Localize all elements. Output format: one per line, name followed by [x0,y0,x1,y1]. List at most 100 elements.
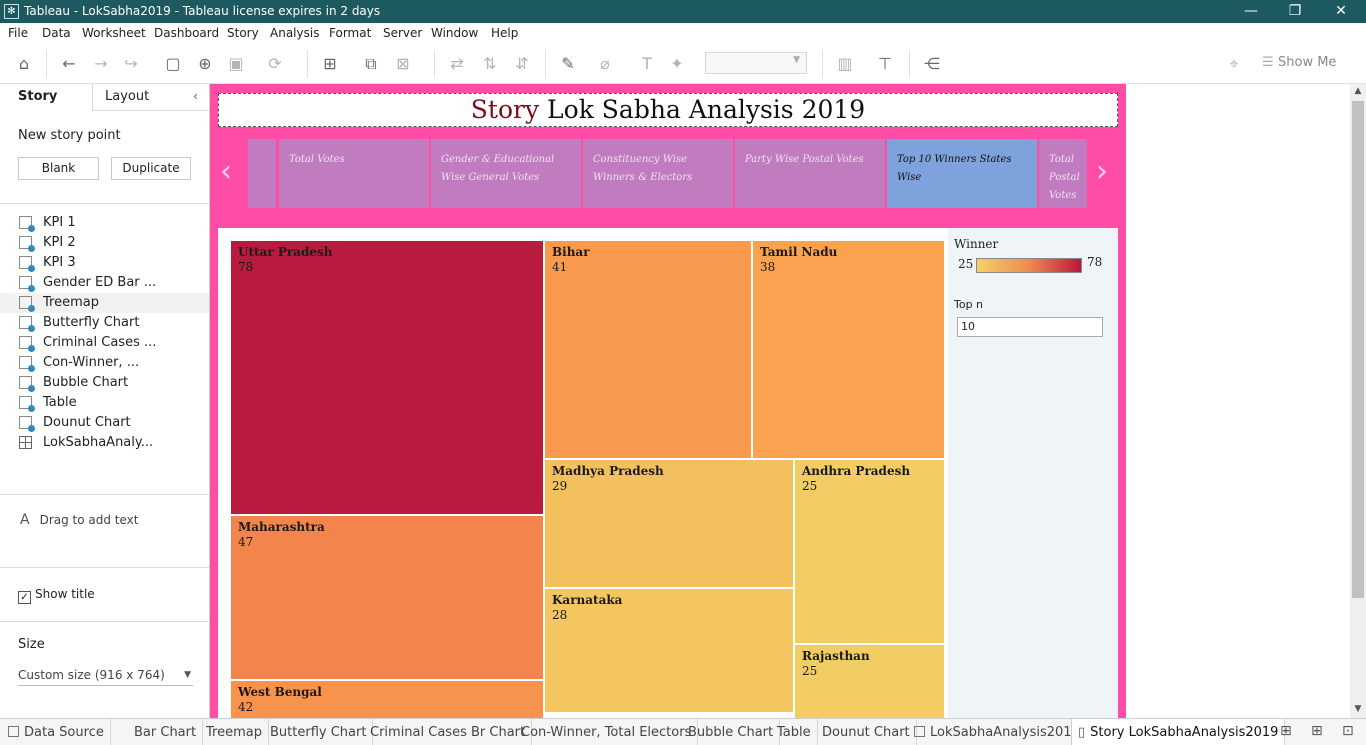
menu-file[interactable]: File [8,26,28,40]
group-icon[interactable]: ⌀ [594,53,616,75]
previous-point-arrow[interactable]: ‹ [220,154,232,189]
next-point-arrow[interactable]: › [1096,154,1108,189]
sheet-item-dashboard[interactable]: LokSabhaAnaly... [0,433,209,453]
presentation-icon[interactable]: ⊤ [874,53,896,75]
sheet-item-kpi-1[interactable]: KPI 1 [0,213,209,233]
show-title-checkbox[interactable]: ✓ Show title [18,587,95,604]
tab-data-source[interactable]: Data Source [2,719,111,745]
sheet-item-butterfly-chart[interactable]: Butterfly Chart [0,313,209,333]
new-datasource-icon[interactable]: ⊕ [194,53,216,75]
tab-dashboard[interactable]: LokSabhaAnalysis2019 [908,719,1087,745]
close-button[interactable]: ✕ [1318,0,1364,23]
tab-layout[interactable]: Layout [105,89,149,104]
menu-help[interactable]: Help [491,26,518,40]
menu-story[interactable]: Story [227,26,259,40]
label-icon[interactable]: T [636,53,658,75]
redo-icon[interactable]: → [90,53,112,75]
menu-format[interactable]: Format [329,26,371,40]
tab-treemap[interactable]: Treemap [200,719,269,745]
sheet-item-kpi-2[interactable]: KPI 2 [0,233,209,253]
fit-dropdown[interactable]: ▼ [705,52,807,74]
highlight-icon[interactable]: ✎ [557,53,579,75]
story-point-gender-education[interactable]: Gender & Educational Wise General Votes [431,139,581,208]
tab-butterfly-chart[interactable]: Butterfly Chart [264,719,374,745]
menu-server[interactable]: Server [383,26,422,40]
pin-icon[interactable]: ✦ [666,53,688,75]
topn-input[interactable]: 10 [957,317,1103,337]
undo-icon[interactable]: ← [58,53,80,75]
sheet-item-con-winner[interactable]: Con-Winner, ... [0,353,209,373]
sheet-item-bubble-chart[interactable]: Bubble Chart [0,373,209,393]
drag-text-object[interactable]: A Drag to add text [20,512,138,528]
replay-icon[interactable]: ↪ [120,53,142,75]
show-title-label: Show title [35,587,95,601]
treemap-cell[interactable]: Maharashtra 47 [230,515,544,680]
sheet-item-kpi-3[interactable]: KPI 3 [0,253,209,273]
duplicate-button[interactable]: Duplicate [111,157,191,180]
share-icon[interactable]: ⋲ [921,53,943,75]
treemap-cell-label: Andhra Pradesh [802,464,911,478]
scrollbar-thumb[interactable] [1352,101,1364,598]
treemap-cell[interactable]: Madhya Pradesh 29 [544,459,794,588]
story-point-total-votes[interactable]: Total Votes [279,139,429,208]
story-point-top-10-winners[interactable]: Top 10 Winners States Wise [887,139,1037,208]
treemap-cell[interactable]: Karnataka 28 [544,588,794,713]
menu-data[interactable]: Data [42,26,71,40]
treemap-cell[interactable]: Rajasthan 25 [794,644,945,718]
tab-con-winner[interactable]: Con-Winner, Total Electors [515,719,699,745]
treemap-cell[interactable]: Tamil Nadu 38 [752,240,945,459]
story-point[interactable] [248,139,276,208]
scroll-down-icon[interactable]: ▼ [1350,704,1366,714]
sheet-item-table[interactable]: Table [0,393,209,413]
new-sheet-icon[interactable]: ⊞ [319,53,341,75]
tab-story[interactable]: Story [18,89,57,104]
story-point-party-postal-votes[interactable]: Party Wise Postal Votes [735,139,885,208]
size-dropdown[interactable]: Custom size (916 x 764) ▼ [18,668,193,686]
tab-dounut-chart[interactable]: Dounut Chart [816,719,917,745]
tab-table[interactable]: Table [771,719,818,745]
menu-worksheet[interactable]: Worksheet [82,26,146,40]
story-point-total-postal-votes[interactable]: Total Postal Votes St... [1039,139,1087,208]
new-dashboard-icon[interactable]: ⊞ [1311,723,1323,739]
vertical-scrollbar[interactable]: ▲ ▼ [1350,84,1366,718]
tab-bubble-chart[interactable]: Bubble Chart [682,719,781,745]
show-me-button[interactable]: ☰ Show Me [1262,55,1336,70]
sort-asc-icon[interactable]: ⇅ [479,53,501,75]
card-icon[interactable]: ▥ [834,53,856,75]
sheet-item-gender-ed-bar[interactable]: Gender ED Bar ... [0,273,209,293]
toolbar-separator [822,50,823,78]
menu-dashboard[interactable]: Dashboard [154,26,219,40]
save-icon[interactable]: ▢ [162,53,184,75]
duplicate-icon[interactable]: ⧉ [360,53,382,75]
home-icon[interactable]: ⌂ [13,53,35,75]
scroll-up-icon[interactable]: ▲ [1350,86,1366,96]
divider [0,621,209,622]
menu-window[interactable]: Window [431,26,478,40]
sheet-item-treemap[interactable]: Treemap [0,293,209,313]
swap-icon[interactable]: ⇄ [446,53,468,75]
treemap-cell[interactable]: West Bengal 42 [230,680,544,718]
sort-desc-icon[interactable]: ⇵ [511,53,533,75]
treemap-cell[interactable]: Uttar Pradesh 78 [230,240,544,515]
treemap-cell[interactable]: Andhra Pradesh 25 [794,459,945,644]
sheet-item-dounut-chart[interactable]: Dounut Chart [0,413,209,433]
pause-icon[interactable]: ▣ [225,53,247,75]
collapse-pane-icon[interactable]: ‹ [193,89,198,103]
menu-analysis[interactable]: Analysis [270,26,319,40]
treemap-cell-value: 38 [760,260,776,274]
refresh-icon[interactable]: ⟳ [264,53,286,75]
tab-bar-chart[interactable]: Bar Chart [128,719,204,745]
minimize-button[interactable]: — [1228,0,1274,23]
format-painter-icon[interactable]: ⌖ [1223,53,1245,75]
treemap-cell[interactable]: Bihar 41 [544,240,752,459]
sheet-item-criminal-cases[interactable]: Criminal Cases ... [0,333,209,353]
new-worksheet-icon[interactable]: ⊞ [1280,723,1292,739]
story-point-constituency-winners[interactable]: Constituency Wise Winners & Electors [583,139,733,208]
new-story-icon[interactable]: ⊡ [1342,723,1354,739]
tab-story[interactable]: ▯ Story LokSabhaAnalysis2019 [1071,719,1286,745]
size-value: Custom size (916 x 764) [18,668,165,682]
tab-criminal-cases[interactable]: Criminal Cases Br Chart [364,719,533,745]
restore-button[interactable]: ❐ [1272,0,1318,23]
blank-button[interactable]: Blank [18,157,99,180]
clear-icon[interactable]: ⊠ [392,53,414,75]
